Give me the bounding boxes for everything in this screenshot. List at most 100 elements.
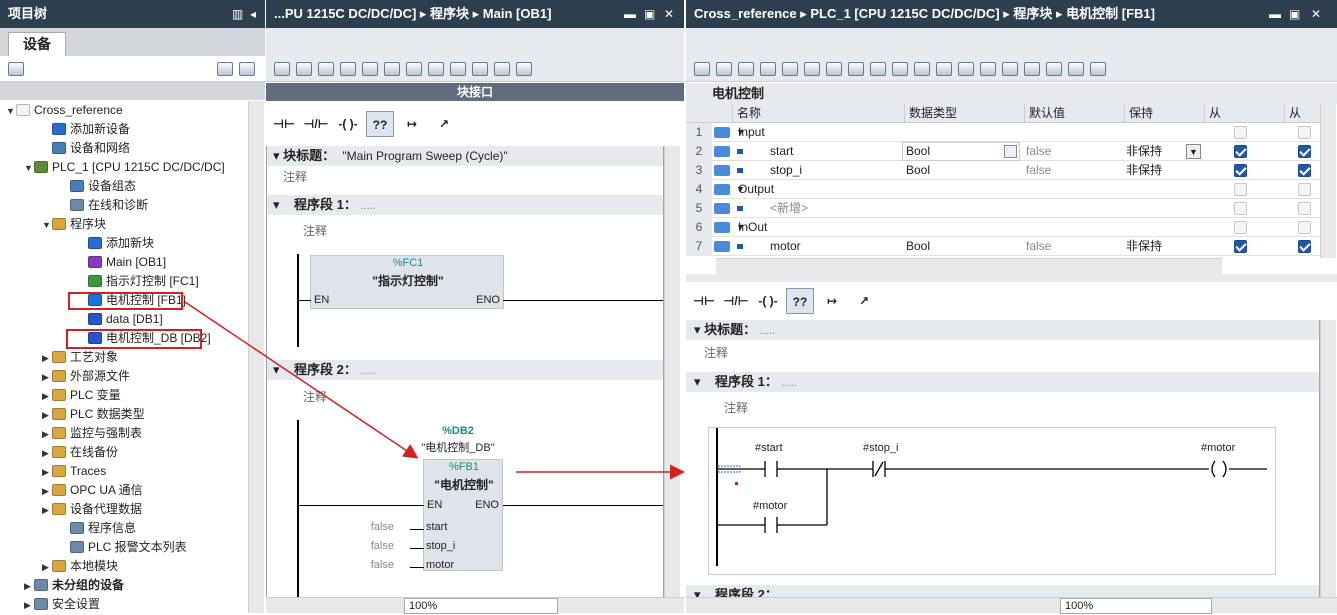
hmi-accessible-checkbox[interactable] bbox=[1234, 202, 1247, 215]
collapse-icon[interactable]: ▼ bbox=[736, 180, 746, 199]
ladder-instruction-button[interactable]: ↗ bbox=[850, 288, 878, 314]
ladder-instruction-button[interactable]: -( )- bbox=[334, 111, 362, 137]
var-type[interactable] bbox=[906, 123, 1016, 142]
chevron-down-icon[interactable]: ▼ bbox=[1186, 144, 1201, 159]
goto-icon[interactable] bbox=[362, 62, 378, 76]
fb-network-1-header[interactable]: ▾ 程序段 1： ..... bbox=[686, 372, 1319, 392]
minimize-icon[interactable]: ▬ bbox=[1269, 0, 1281, 28]
tree-item[interactable]: ▼ PLC_1 [CPU 1215C DC/DC/DC] bbox=[0, 158, 225, 177]
insert-network-icon[interactable] bbox=[694, 62, 710, 76]
var-name[interactable]: Input bbox=[738, 123, 878, 142]
tree-item[interactable]: 添加新设备 bbox=[0, 120, 130, 139]
tree-item[interactable]: ▶ PLC 变量 bbox=[0, 386, 121, 405]
tree-item[interactable]: 添加新块 bbox=[0, 234, 154, 253]
var-retain[interactable] bbox=[1126, 123, 1196, 142]
tree-item[interactable]: ▶ 工艺对象 bbox=[0, 348, 118, 367]
var-default[interactable]: false bbox=[1026, 237, 1116, 256]
column-header[interactable]: 从 bbox=[1284, 104, 1320, 123]
hmi-visible-checkbox[interactable] bbox=[1298, 126, 1311, 139]
tree-item[interactable]: ▶ PLC 数据类型 bbox=[0, 405, 145, 424]
var-name[interactable]: stop_i bbox=[770, 161, 910, 180]
fb-network-1-comment[interactable]: 注释 bbox=[724, 399, 748, 416]
expand-icon[interactable]: ▶ bbox=[24, 577, 34, 596]
hmi-accessible-checkbox[interactable] bbox=[1234, 221, 1247, 234]
hmi-accessible-checkbox[interactable] bbox=[1234, 126, 1247, 139]
var-type[interactable] bbox=[906, 199, 1016, 218]
var-default[interactable] bbox=[1026, 180, 1116, 199]
var-retain[interactable]: 非保持 bbox=[1126, 237, 1196, 256]
favorites-icon[interactable] bbox=[914, 62, 930, 76]
hmi-visible-checkbox[interactable] bbox=[1298, 221, 1311, 234]
tree-item[interactable]: 在线和诊断 bbox=[0, 196, 148, 215]
network-1-comment[interactable]: 注释 bbox=[303, 222, 327, 239]
hmi-visible-checkbox[interactable] bbox=[1298, 202, 1311, 215]
tree-item[interactable]: ▶ 设备代理数据 bbox=[0, 500, 142, 519]
block-comment[interactable]: 注释 bbox=[283, 168, 307, 185]
hmi-visible-checkbox[interactable] bbox=[1298, 164, 1311, 177]
insert-row-icon[interactable] bbox=[318, 62, 334, 76]
var-retain[interactable] bbox=[1126, 199, 1196, 218]
tree-item[interactable]: ▼ 程序块 bbox=[0, 215, 106, 234]
tree-item[interactable]: ▶ 安全设置 bbox=[0, 595, 100, 614]
fb-network-2-header[interactable]: ▾ 程序段 2： bbox=[686, 585, 1319, 597]
ladder-instruction-button[interactable]: ⊣⊢ bbox=[270, 111, 298, 137]
tree-item[interactable]: ▼ Cross_reference bbox=[0, 101, 123, 120]
delete-network-icon[interactable] bbox=[296, 62, 312, 76]
delete-network-icon[interactable] bbox=[716, 62, 732, 76]
var-retain[interactable] bbox=[1126, 180, 1196, 199]
column-header[interactable]: 数据类型 bbox=[904, 104, 1024, 123]
fb-block-comment[interactable]: 注释 bbox=[704, 344, 728, 361]
expand-icon[interactable]: ▶ bbox=[42, 501, 52, 520]
pin-icon[interactable]: ▥ bbox=[232, 0, 243, 28]
column-header[interactable]: 从 HMI/OPC... bbox=[1204, 104, 1282, 123]
add-row-icon[interactable] bbox=[340, 62, 356, 76]
splitter[interactable] bbox=[686, 274, 1337, 282]
expand-icon[interactable]: ▶ bbox=[42, 425, 52, 444]
interface-row[interactable]: 2 start Bool false 非保持 ▼ bbox=[686, 142, 1320, 161]
monitor-icon[interactable] bbox=[892, 62, 908, 76]
ladder-instruction-button[interactable]: ?? bbox=[786, 288, 814, 314]
var-default[interactable] bbox=[1026, 218, 1116, 237]
tree-item[interactable]: 指示灯控制 [FC1] bbox=[0, 272, 199, 291]
hmi-visible-checkbox[interactable] bbox=[1298, 145, 1311, 158]
ladder-instruction-button[interactable]: -( )- bbox=[754, 288, 782, 314]
tree-item[interactable]: ▶ Traces bbox=[0, 462, 106, 481]
debug-icon[interactable] bbox=[1002, 62, 1018, 76]
interface-row[interactable]: 4 Output ▼ bbox=[686, 180, 1320, 199]
interface-row[interactable]: 5 <新增> bbox=[686, 199, 1320, 218]
ladder-instruction-button[interactable]: ⊣/⊢ bbox=[722, 288, 750, 314]
tree-item[interactable]: ▶ 外部源文件 bbox=[0, 367, 130, 386]
filter-icon[interactable] bbox=[1090, 62, 1106, 76]
tree-item[interactable]: ▶ 未分组的设备 bbox=[0, 576, 124, 595]
clear-icon[interactable] bbox=[384, 62, 400, 76]
ladder-instruction-button[interactable]: ?? bbox=[366, 111, 394, 137]
tree-item[interactable]: ▶ 在线备份 bbox=[0, 443, 118, 462]
hmi-accessible-checkbox[interactable] bbox=[1234, 145, 1247, 158]
watch-icon[interactable] bbox=[1024, 62, 1040, 76]
main-scrollbar[interactable] bbox=[664, 146, 680, 597]
tree-item[interactable]: 程序信息 bbox=[0, 519, 136, 538]
grid-scrollbar[interactable] bbox=[1320, 104, 1336, 258]
ladder-instruction-button[interactable]: ⊣/⊢ bbox=[302, 111, 330, 137]
expand-icon[interactable]: ▼ bbox=[6, 102, 16, 121]
expand-icon[interactable]: ▶ bbox=[24, 596, 34, 615]
type-picker-icon[interactable] bbox=[1004, 145, 1017, 158]
expand-icon[interactable]: ▶ bbox=[42, 463, 52, 482]
ladder-instruction-button[interactable]: ↗ bbox=[430, 111, 458, 137]
network-1-header[interactable]: ▾ 程序段 1： ..... bbox=[267, 195, 663, 215]
zoom-select[interactable]: 100% bbox=[1060, 598, 1212, 614]
expand-icon[interactable]: ▶ bbox=[42, 444, 52, 463]
tree-item[interactable]: PLC 报警文本列表 bbox=[0, 538, 187, 557]
detail-view-icon[interactable] bbox=[239, 62, 255, 76]
var-retain[interactable]: 非保持 bbox=[1126, 161, 1196, 180]
var-name[interactable]: motor bbox=[770, 237, 910, 256]
block-interface-bar[interactable]: 块接口 bbox=[266, 83, 684, 101]
var-type[interactable]: Bool bbox=[906, 161, 1016, 180]
monitor-icon[interactable] bbox=[494, 62, 510, 76]
expand-icon[interactable]: ▶ bbox=[42, 482, 52, 501]
expand-icon[interactable]: ▶ bbox=[42, 387, 52, 406]
tree-item[interactable]: ▶ OPC UA 通信 bbox=[0, 481, 143, 500]
interface-row[interactable]: 7 motor Bool false 非保持 bbox=[686, 237, 1320, 256]
add-row-icon[interactable] bbox=[760, 62, 776, 76]
favorites-icon[interactable] bbox=[516, 62, 532, 76]
